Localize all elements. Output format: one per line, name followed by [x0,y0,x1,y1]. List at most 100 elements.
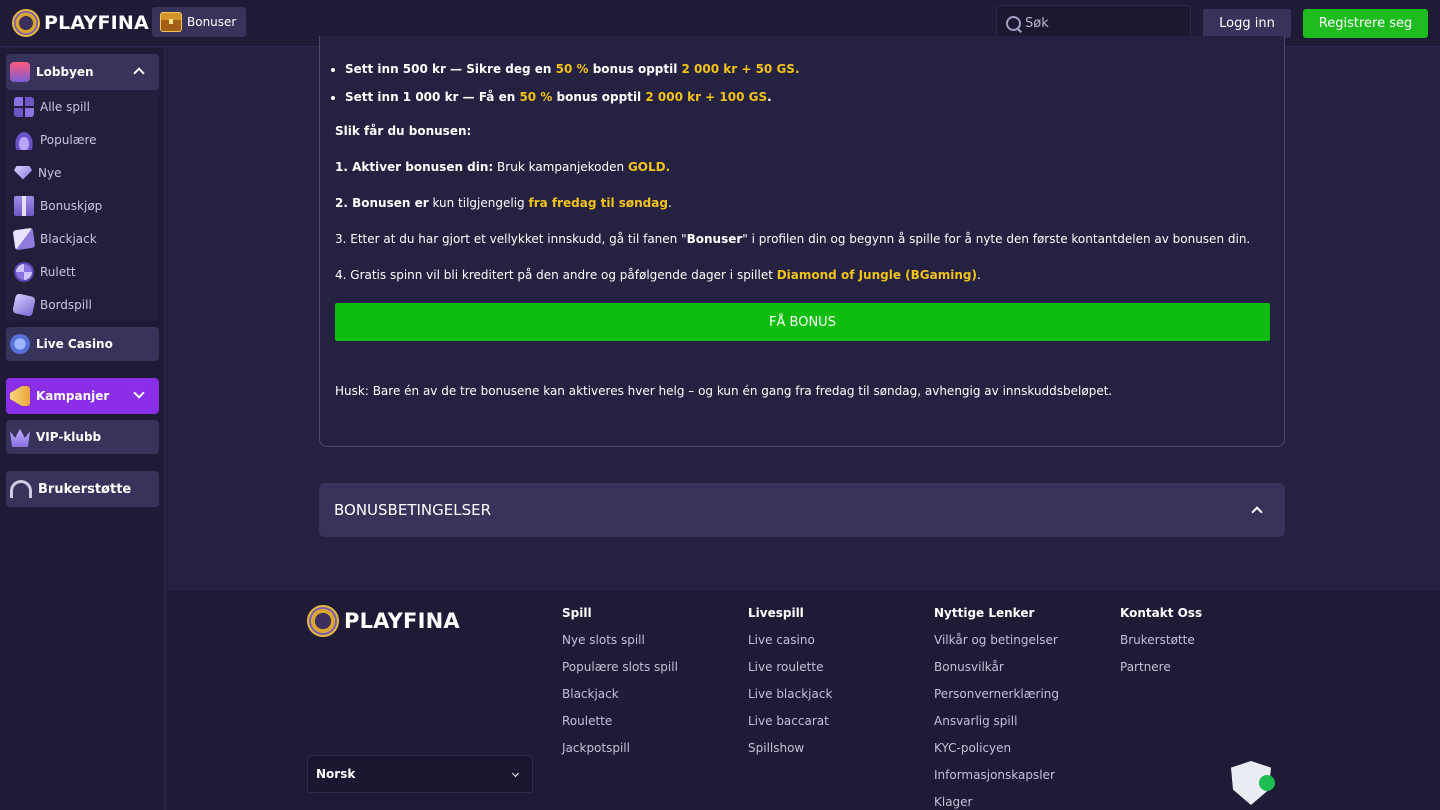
chevron-up-icon [1251,506,1263,518]
sidebar-item-promotions[interactable]: Kampanjer [6,378,159,414]
live-casino-label: Live Casino [36,337,113,351]
tier-text: bonus opptil [552,90,646,104]
sidebar-item-label: Rulett [40,264,76,279]
sidebar-item-label: Blackjack [40,231,97,246]
step-bold: 1. Aktiver bonusen din: [335,160,494,174]
step-text: Bruk kampanjekoden [493,160,628,174]
sidebar-item-label: Bordspill [40,297,92,312]
tier-percent: 50 % [519,90,553,104]
availability-days: fra fredag til søndag [528,196,668,210]
step-bold: Bonuser [686,232,743,246]
footer-column-live: Livespill Live casino Live roulette Live… [748,606,832,768]
tier-end: . [794,62,800,76]
sidebar-item-new[interactable]: Nye [6,156,159,189]
sidebar-item-label: Bonuskjøp [40,198,103,213]
promotions-label: Kampanjer [36,389,110,403]
step-text: kun tilgjengelig [428,196,529,210]
footer-link[interactable]: Personvernerklæring [934,687,1059,714]
login-button[interactable]: Logg inn [1203,9,1291,38]
logo-text: PLAYFINA [344,609,460,633]
vip-label: VIP-klubb [36,430,102,444]
footer-link[interactable]: Klager [934,795,1059,810]
footer-link[interactable]: Roulette [562,714,678,741]
support-label: Brukerstøtte [38,481,132,497]
footer-column-title: Kontakt Oss [1120,606,1203,620]
tier-amount: 2 000 kr + 100 GS [645,90,768,104]
language-value: Norsk [316,767,356,781]
logo-coin-icon [12,9,40,37]
register-button[interactable]: Registrere seg [1303,9,1428,38]
lobby-label: Lobbyen [36,65,94,79]
license-badge[interactable] [1231,761,1275,807]
footer-link[interactable]: Spillshow [748,741,832,768]
step-text: 4. Gratis spinn vil bli kreditert på den… [335,268,777,282]
footer-link[interactable]: Blackjack [562,687,678,714]
sidebar-item-vip[interactable]: VIP-klubb [6,420,159,454]
step-4: 4. Gratis spinn vil bli kreditert på den… [335,268,981,282]
footer-link[interactable]: Bonusvilkår [934,660,1059,687]
check-icon [1259,775,1275,791]
language-select[interactable]: Norsk [307,755,533,793]
tier-text: bonus opptil [588,62,682,76]
footer-link[interactable]: Live roulette [748,660,832,687]
sidebar-item-popular[interactable]: Populære [6,123,159,156]
tier-amount: 2 000 kr + 50 GS [681,62,795,76]
sidebar-item-label: Populære [40,132,97,147]
sidebar-item-roulette[interactable]: Rulett [6,255,159,288]
footer-link[interactable]: Brukerstøtte [1120,633,1202,660]
footer-link[interactable]: Live blackjack [748,687,832,714]
footer-link[interactable]: Informasjonskapsler [934,768,1059,795]
step-3: 3. Etter at du har gjort et vellykket in… [335,232,1250,246]
footer-link[interactable]: Live baccarat [748,714,832,741]
step-end: . [667,196,672,210]
footer-column-contact: Kontakt Oss Brukerstøtte Partnere [1120,606,1202,687]
flame-icon [14,129,34,150]
grid-icon [14,96,34,117]
site-logo[interactable]: PLAYFINA [12,9,149,37]
lobby-header[interactable]: Lobbyen [6,54,159,90]
logo-coin-icon [307,605,339,637]
roulette-icon [14,261,34,282]
sidebar-item-support[interactable]: Brukerstøtte [6,471,159,507]
lobby-group: Lobbyen Alle spill Populære Nye Bonuskjø… [6,54,159,321]
footer-link[interactable]: Partnere [1120,660,1202,687]
bonus-terms-label: BONUSBETINGELSER [334,501,492,519]
gift-icon [14,195,34,216]
search-icon [1005,15,1023,33]
footer-link[interactable]: Nye slots spill [562,633,678,660]
casino-icon [10,62,30,82]
step-end: . [665,160,671,174]
search-input[interactable] [1025,16,1185,31]
bonus-terms-accordion[interactable]: BONUSBETINGELSER [319,483,1285,537]
bonus-note: Husk: Bare én av de tre bonusene kan akt… [335,384,1113,398]
footer-link[interactable]: Ansvarlig spill [934,714,1059,741]
logo-text: PLAYFINA [44,12,149,34]
tier-end: . [767,90,772,104]
bonus-label: Bonuser [187,15,237,29]
headset-icon [10,480,32,498]
footer-logo[interactable]: PLAYFINA [307,605,460,637]
footer-link[interactable]: Live casino [748,633,832,660]
sidebar-item-label: Nye [38,165,62,180]
game-name: Diamond of Jungle (BGaming) [776,268,977,282]
footer: PLAYFINA Spill Nye slots spill Populære … [166,591,1440,810]
promo-code: GOLD [627,160,666,174]
sidebar-item-all-games[interactable]: Alle spill [6,90,159,123]
bonus-button[interactable]: Bonuser [152,7,246,37]
footer-link[interactable]: KYC-policyen [934,741,1059,768]
footer-link[interactable]: Vilkår og betingelser [934,633,1059,660]
how-to-heading: Slik får du bonusen: [335,124,472,138]
step-text: " i profilen din og begynn å spille for … [742,232,1251,246]
footer-link[interactable]: Populære slots spill [562,660,678,687]
step-1: 1. Aktiver bonusen din: Bruk kampanjekod… [335,160,670,174]
get-bonus-button[interactable]: FÅ BONUS [335,303,1270,341]
sidebar-item-bonus-buy[interactable]: Bonuskjøp [6,189,159,222]
sidebar-item-table-games[interactable]: Bordspill [6,288,159,321]
footer-column-title: Spill [562,606,592,620]
footer-link[interactable]: Jackpotspill [562,741,678,768]
chevron-down-icon [511,769,520,778]
deposit-tier-1000: Sett inn 1 000 kr — Få en 50 % bonus opp… [345,88,800,116]
sidebar-item-live-casino[interactable]: Live Casino [6,327,159,361]
chevron-up-icon [133,67,145,79]
sidebar-item-blackjack[interactable]: Blackjack [6,222,159,255]
